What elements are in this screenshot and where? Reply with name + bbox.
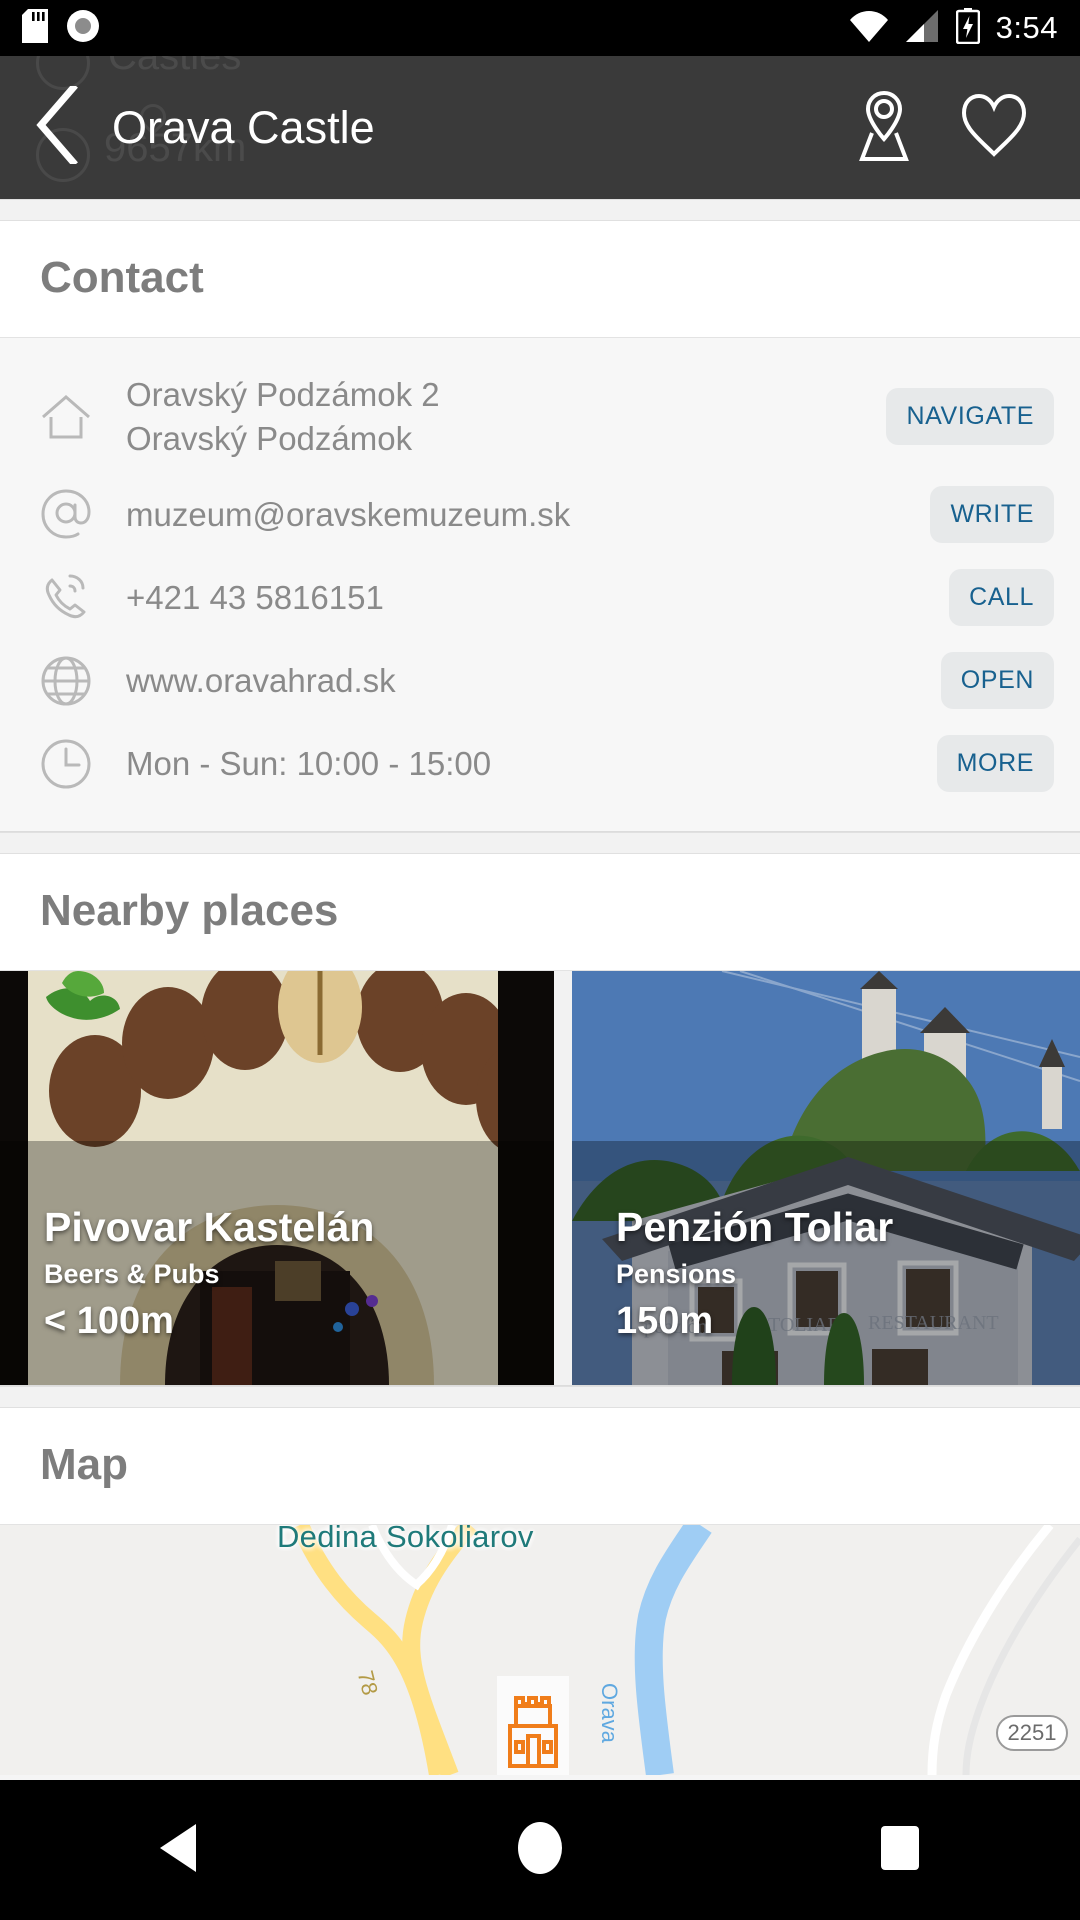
android-navigation-bar — [0, 1780, 1080, 1920]
contact-row-address[interactable]: Oravský Podzámok 2 Oravský Podzámok NAVI… — [0, 360, 1080, 473]
wifi-icon — [849, 10, 888, 47]
contact-website-text: www.oravahrad.sk — [126, 661, 396, 699]
nearby-section-header: Nearby places — [0, 854, 1080, 972]
nearby-section-title: Nearby places — [40, 886, 339, 936]
nearby-card-category: Pensions — [616, 1259, 737, 1290]
address-line-1: Oravský Podzámok 2 — [126, 376, 440, 413]
nearby-card-penzion-toliar[interactable]: penzión TOLIAR RESTAURANT Penzión Toliar… — [572, 971, 1080, 1386]
open-button[interactable]: OPEN — [940, 652, 1054, 710]
contact-email-text: muzeum@oravskemuzeum.sk — [126, 495, 571, 533]
address-line-2: Oravský Podzámok — [126, 419, 413, 457]
nearby-card-name: Penzión Toliar — [616, 1203, 894, 1250]
section-gap-map — [0, 1386, 1080, 1409]
contact-row-phone[interactable]: +421 43 5816151 CALL — [0, 556, 1080, 639]
status-bar-right-icons: 3:54 — [849, 7, 1058, 49]
heart-icon[interactable] — [960, 92, 1028, 163]
status-bar-left-icons — [22, 8, 100, 48]
nav-back-button[interactable] — [120, 1780, 240, 1920]
back-button[interactable] — [8, 56, 104, 199]
status-bar-clock: 3:54 — [995, 10, 1058, 45]
map-village-label: Dedina Sokoliarov — [277, 1525, 534, 1555]
sd-card-icon — [22, 8, 48, 48]
home-circle-icon — [515, 1821, 565, 1880]
at-sign-icon — [40, 489, 110, 541]
section-gap-top — [0, 199, 1080, 221]
contact-section-title: Contact — [40, 253, 204, 302]
contact-phone-text: +421 43 5816151 — [126, 578, 384, 616]
contact-hours-text: Mon - Sun: 10:00 - 15:00 — [126, 744, 492, 782]
map-highway-shield: 2251 — [996, 1715, 1068, 1752]
call-button[interactable]: CALL — [949, 569, 1054, 627]
clock-icon — [40, 738, 110, 790]
nav-home-button[interactable] — [480, 1780, 600, 1920]
nearby-card-name: Pivovar Kastelán — [44, 1203, 375, 1250]
back-chevron-icon — [33, 83, 79, 169]
contact-address-text: Oravský Podzámok 2 Oravský Podzámok — [110, 373, 886, 460]
write-button[interactable]: WRITE — [930, 486, 1054, 544]
nearby-card-distance: 150m — [616, 1300, 714, 1343]
map-river-label: Orava — [597, 1683, 622, 1744]
nearby-card-caption: Pivovar Kastelán Beers & Pubs < 100m — [44, 1204, 374, 1343]
map-castle-poi[interactable] — [497, 1676, 569, 1776]
contact-section-header: Contact — [0, 221, 1080, 338]
nav-recents-button[interactable] — [840, 1780, 960, 1920]
ghost-category-label: Castles — [108, 56, 242, 78]
recents-square-icon — [879, 1824, 921, 1877]
contact-row-hours[interactable]: Mon - Sun: 10:00 - 15:00 MORE — [0, 722, 1080, 805]
nearby-places-carousel[interactable]: Pivovar Kastelán Beers & Pubs < 100m pen… — [0, 971, 1080, 1387]
contact-list: Oravský Podzámok 2 Oravský Podzámok NAVI… — [0, 338, 1080, 833]
record-icon — [66, 9, 100, 48]
castle-marker-icon — [508, 1696, 558, 1769]
status-bar: 3:54 — [0, 0, 1080, 56]
toolbar-actions — [848, 87, 1080, 168]
page-title: Orava Castle — [112, 101, 375, 153]
nearby-card-category: Beers & Pubs — [44, 1259, 220, 1290]
more-button[interactable]: MORE — [936, 735, 1054, 793]
contact-row-email[interactable]: muzeum@oravskemuzeum.sk WRITE — [0, 473, 1080, 556]
cellular-signal-icon — [904, 9, 940, 47]
globe-icon — [40, 655, 110, 707]
app-screen: 3:54 Castles 9657km Orava Castle Contact… — [0, 0, 1080, 1920]
nearby-card-caption: Penzión Toliar Pensions 150m — [616, 1204, 893, 1343]
show-on-map-icon[interactable] — [848, 87, 920, 168]
contact-row-website[interactable]: www.oravahrad.sk OPEN — [0, 639, 1080, 722]
map-section-header: Map — [0, 1408, 1080, 1526]
app-toolbar: Castles 9657km Orava Castle — [0, 56, 1080, 199]
battery-charging-icon — [955, 7, 980, 49]
section-gap-nearby — [0, 832, 1080, 855]
navigate-button[interactable]: NAVIGATE — [886, 388, 1054, 446]
back-triangle-icon — [158, 1823, 202, 1877]
nearby-card-pivovar-kastelan[interactable]: Pivovar Kastelán Beers & Pubs < 100m — [0, 971, 554, 1386]
map-preview[interactable]: Dedina Sokoliarov 78 Orava 2251 — [0, 1525, 1080, 1776]
map-section-title: Map — [40, 1440, 128, 1490]
phone-icon — [40, 572, 110, 624]
home-icon — [40, 393, 110, 441]
nearby-card-distance: < 100m — [44, 1300, 174, 1343]
